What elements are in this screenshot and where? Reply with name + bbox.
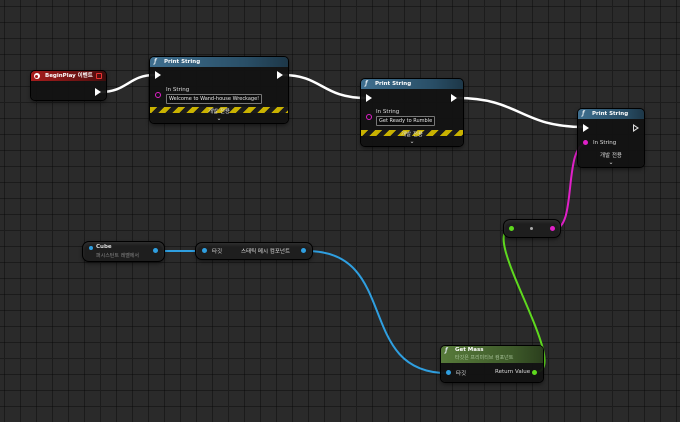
cube-node-title: Cube <box>96 244 112 250</box>
get-mass-subtitle: 타깃은 프리미티브 컴포넌트 <box>455 355 514 361</box>
function-icon: ƒ <box>154 58 157 65</box>
cube-node-icon <box>89 246 93 250</box>
print2-exec-out-pin[interactable] <box>451 94 457 102</box>
print2-expand-chevron-icon[interactable]: ⌄ <box>361 139 463 145</box>
print1-header: ƒ Print String <box>150 57 288 67</box>
conversion-output-pin[interactable] <box>550 226 555 231</box>
print1-exec-in-pin[interactable] <box>155 71 161 79</box>
get-mass-node[interactable]: ƒ Get Mass 타깃은 프리미티브 컴포넌트 타깃 Return Valu… <box>441 346 543 382</box>
beginplay-exec-out-pin[interactable] <box>95 88 101 96</box>
function-icon: ƒ <box>365 80 368 87</box>
print1-expand-chevron-icon[interactable]: ⌄ <box>150 116 288 122</box>
get-mass-target-pin[interactable] <box>446 370 451 375</box>
print3-exec-out-pin[interactable] <box>633 124 639 132</box>
event-icon <box>34 73 40 79</box>
print1-dev-only-label: 개발 전용 <box>208 109 230 115</box>
smc-getter-output-label: 스태틱 메시 컴포넌트 <box>241 249 291 255</box>
exec-wire-begin-to-print1 <box>99 73 156 94</box>
beginplay-event-node[interactable]: BeginPlay 이벤트 <box>31 71 106 100</box>
smc-getter-target-pin[interactable] <box>202 248 207 253</box>
cube-node-subtitle: 퍼시스턴트 레벨에서 <box>96 253 139 259</box>
print3-header: ƒ Print String <box>578 109 644 119</box>
print3-exec-in-pin[interactable] <box>583 124 589 132</box>
exec-wire-print2-to-print3 <box>456 96 585 129</box>
print1-instring-label: In String <box>166 87 190 93</box>
get-mass-title: Get Mass <box>455 347 484 353</box>
print3-instring-pin[interactable] <box>583 140 588 145</box>
print2-instring-field[interactable]: Get Ready to Rumble <box>376 116 436 126</box>
get-mass-return-label: Return Value <box>495 369 531 375</box>
object-wire-getter-to-getmass <box>306 250 448 374</box>
smc-getter-output-pin[interactable] <box>301 248 306 253</box>
print2-instring-pin[interactable] <box>366 114 372 120</box>
beginplay-node-title: BeginPlay 이벤트 <box>45 73 93 79</box>
cube-reference-node[interactable]: Cube 퍼시스턴트 레벨에서 <box>83 242 164 261</box>
print2-header: ƒ Print String <box>361 79 463 89</box>
print1-instring-field[interactable]: Welcome to Wand-house Wreckage! <box>166 94 263 104</box>
print3-expand-chevron-icon[interactable]: ⌄ <box>578 160 644 166</box>
print1-title: Print String <box>164 59 201 65</box>
beginplay-node-header: BeginPlay 이벤트 <box>31 71 106 81</box>
conversion-input-pin[interactable] <box>509 226 514 231</box>
float-to-string-conversion-node[interactable] <box>504 220 560 237</box>
print2-title: Print String <box>375 81 412 87</box>
get-mass-target-label: 타깃 <box>456 371 467 377</box>
print3-title: Print String <box>592 111 629 117</box>
print2-instring-label: In String <box>376 109 400 115</box>
static-mesh-component-getter-node[interactable]: 타깃 스태틱 메시 컴포넌트 <box>196 243 312 259</box>
print1-instring-pin[interactable] <box>155 92 161 98</box>
conversion-dot-icon <box>530 227 533 230</box>
wire-layer <box>99 73 589 374</box>
print2-exec-in-pin[interactable] <box>366 94 372 102</box>
print1-exec-out-pin[interactable] <box>277 71 283 79</box>
print2-dev-only-label: 개발 전용 <box>401 132 423 138</box>
print3-instring-label: In String <box>593 140 617 146</box>
cube-output-pin[interactable] <box>153 248 158 253</box>
get-mass-header: ƒ Get Mass 타깃은 프리미티브 컴포넌트 <box>441 346 543 363</box>
print-string-node-3[interactable]: ƒ Print String In String 개발 전용 ⌄ <box>578 109 644 167</box>
exec-wire-print1-to-print2 <box>282 73 367 100</box>
function-icon: ƒ <box>445 347 448 354</box>
print-string-node-1[interactable]: ƒ Print String In String Welcome to Wand… <box>150 57 288 123</box>
print3-dev-only-label: 개발 전용 <box>600 153 622 159</box>
print-string-node-2[interactable]: ƒ Print String In String Get Ready to Ru… <box>361 79 463 146</box>
delegate-pin-icon[interactable] <box>96 73 102 79</box>
get-mass-return-pin[interactable] <box>532 370 537 375</box>
smc-getter-target-label: 타깃 <box>212 249 223 255</box>
function-icon: ƒ <box>582 110 585 117</box>
